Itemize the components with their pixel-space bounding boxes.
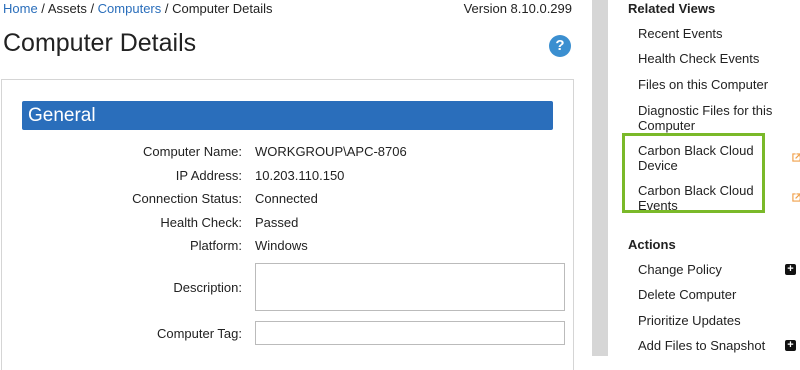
related-view-health-check-events[interactable]: Health Check Events	[638, 51, 788, 66]
connection-status-value: Connected	[255, 191, 318, 206]
action-prioritize-updates[interactable]: Prioritize Updates	[638, 313, 788, 328]
breadcrumb-assets: Assets	[47, 1, 87, 16]
computer-name-row: Computer Name: WORKGROUP\APC-8706	[2, 144, 573, 164]
description-field[interactable]	[255, 263, 565, 311]
plus-icon[interactable]: +	[785, 340, 796, 351]
breadcrumb-separator: /	[86, 1, 98, 16]
action-delete-computer[interactable]: Delete Computer	[638, 287, 788, 302]
general-panel: General Computer Name: WORKGROUP\APC-870…	[1, 79, 574, 370]
actions-heading: Actions	[628, 237, 676, 252]
action-add-files-to-snapshot[interactable]: Add Files to Snapshot	[638, 338, 788, 353]
version-label: Version 8.10.0.299	[463, 1, 572, 16]
platform-value: Windows	[255, 238, 308, 253]
external-link-icon[interactable]	[792, 193, 800, 202]
connection-status-label: Connection Status:	[132, 191, 242, 206]
breadcrumb-home-link[interactable]: Home	[3, 1, 38, 16]
related-view-cbc-events[interactable]: Carbon Black Cloud Events	[638, 183, 758, 213]
help-icon[interactable]: ?	[549, 35, 571, 57]
related-view-diagnostic-files[interactable]: Diagnostic Files for this Computer	[638, 103, 778, 133]
health-check-row: Health Check: Passed	[2, 215, 573, 235]
health-check-label: Health Check:	[160, 215, 242, 230]
ip-address-label: IP Address:	[175, 168, 242, 183]
related-views-heading: Related Views	[628, 1, 716, 16]
plus-icon[interactable]: +	[785, 264, 796, 275]
computer-tag-label: Computer Tag:	[156, 326, 242, 341]
computer-name-value: WORKGROUP\APC-8706	[255, 144, 407, 159]
ip-address-value: 10.203.110.150	[255, 168, 345, 183]
page-title: Computer Details	[3, 29, 197, 57]
breadcrumb: Home / Assets / Computers / Computer Det…	[3, 1, 273, 16]
external-link-icon[interactable]	[792, 153, 800, 162]
related-view-recent-events[interactable]: Recent Events	[638, 26, 788, 41]
platform-label: Platform:	[189, 238, 242, 253]
main-content: Home / Assets / Computers / Computer Det…	[0, 0, 592, 370]
sidebar: Related Views Recent Events Health Check…	[608, 0, 800, 356]
platform-row: Platform: Windows	[2, 238, 573, 258]
breadcrumb-current: Computer Details	[172, 1, 273, 16]
computer-tag-field[interactable]	[255, 321, 565, 345]
ip-address-row: IP Address: 10.203.110.150	[2, 168, 573, 188]
related-view-cbc-device[interactable]: Carbon Black Cloud Device	[638, 143, 758, 173]
action-change-policy[interactable]: Change Policy	[638, 262, 788, 277]
computer-name-label: Computer Name:	[143, 144, 242, 159]
description-label: Description:	[173, 280, 242, 295]
scrollbar[interactable]	[592, 0, 608, 356]
breadcrumb-separator: /	[37, 1, 48, 16]
breadcrumb-separator: /	[161, 1, 173, 16]
related-view-files-on-computer[interactable]: Files on this Computer	[638, 77, 788, 92]
breadcrumb-computers-link[interactable]: Computers	[98, 1, 162, 16]
general-section-header: General	[22, 101, 553, 130]
connection-status-row: Connection Status: Connected	[2, 191, 573, 211]
health-check-value: Passed	[255, 215, 299, 230]
